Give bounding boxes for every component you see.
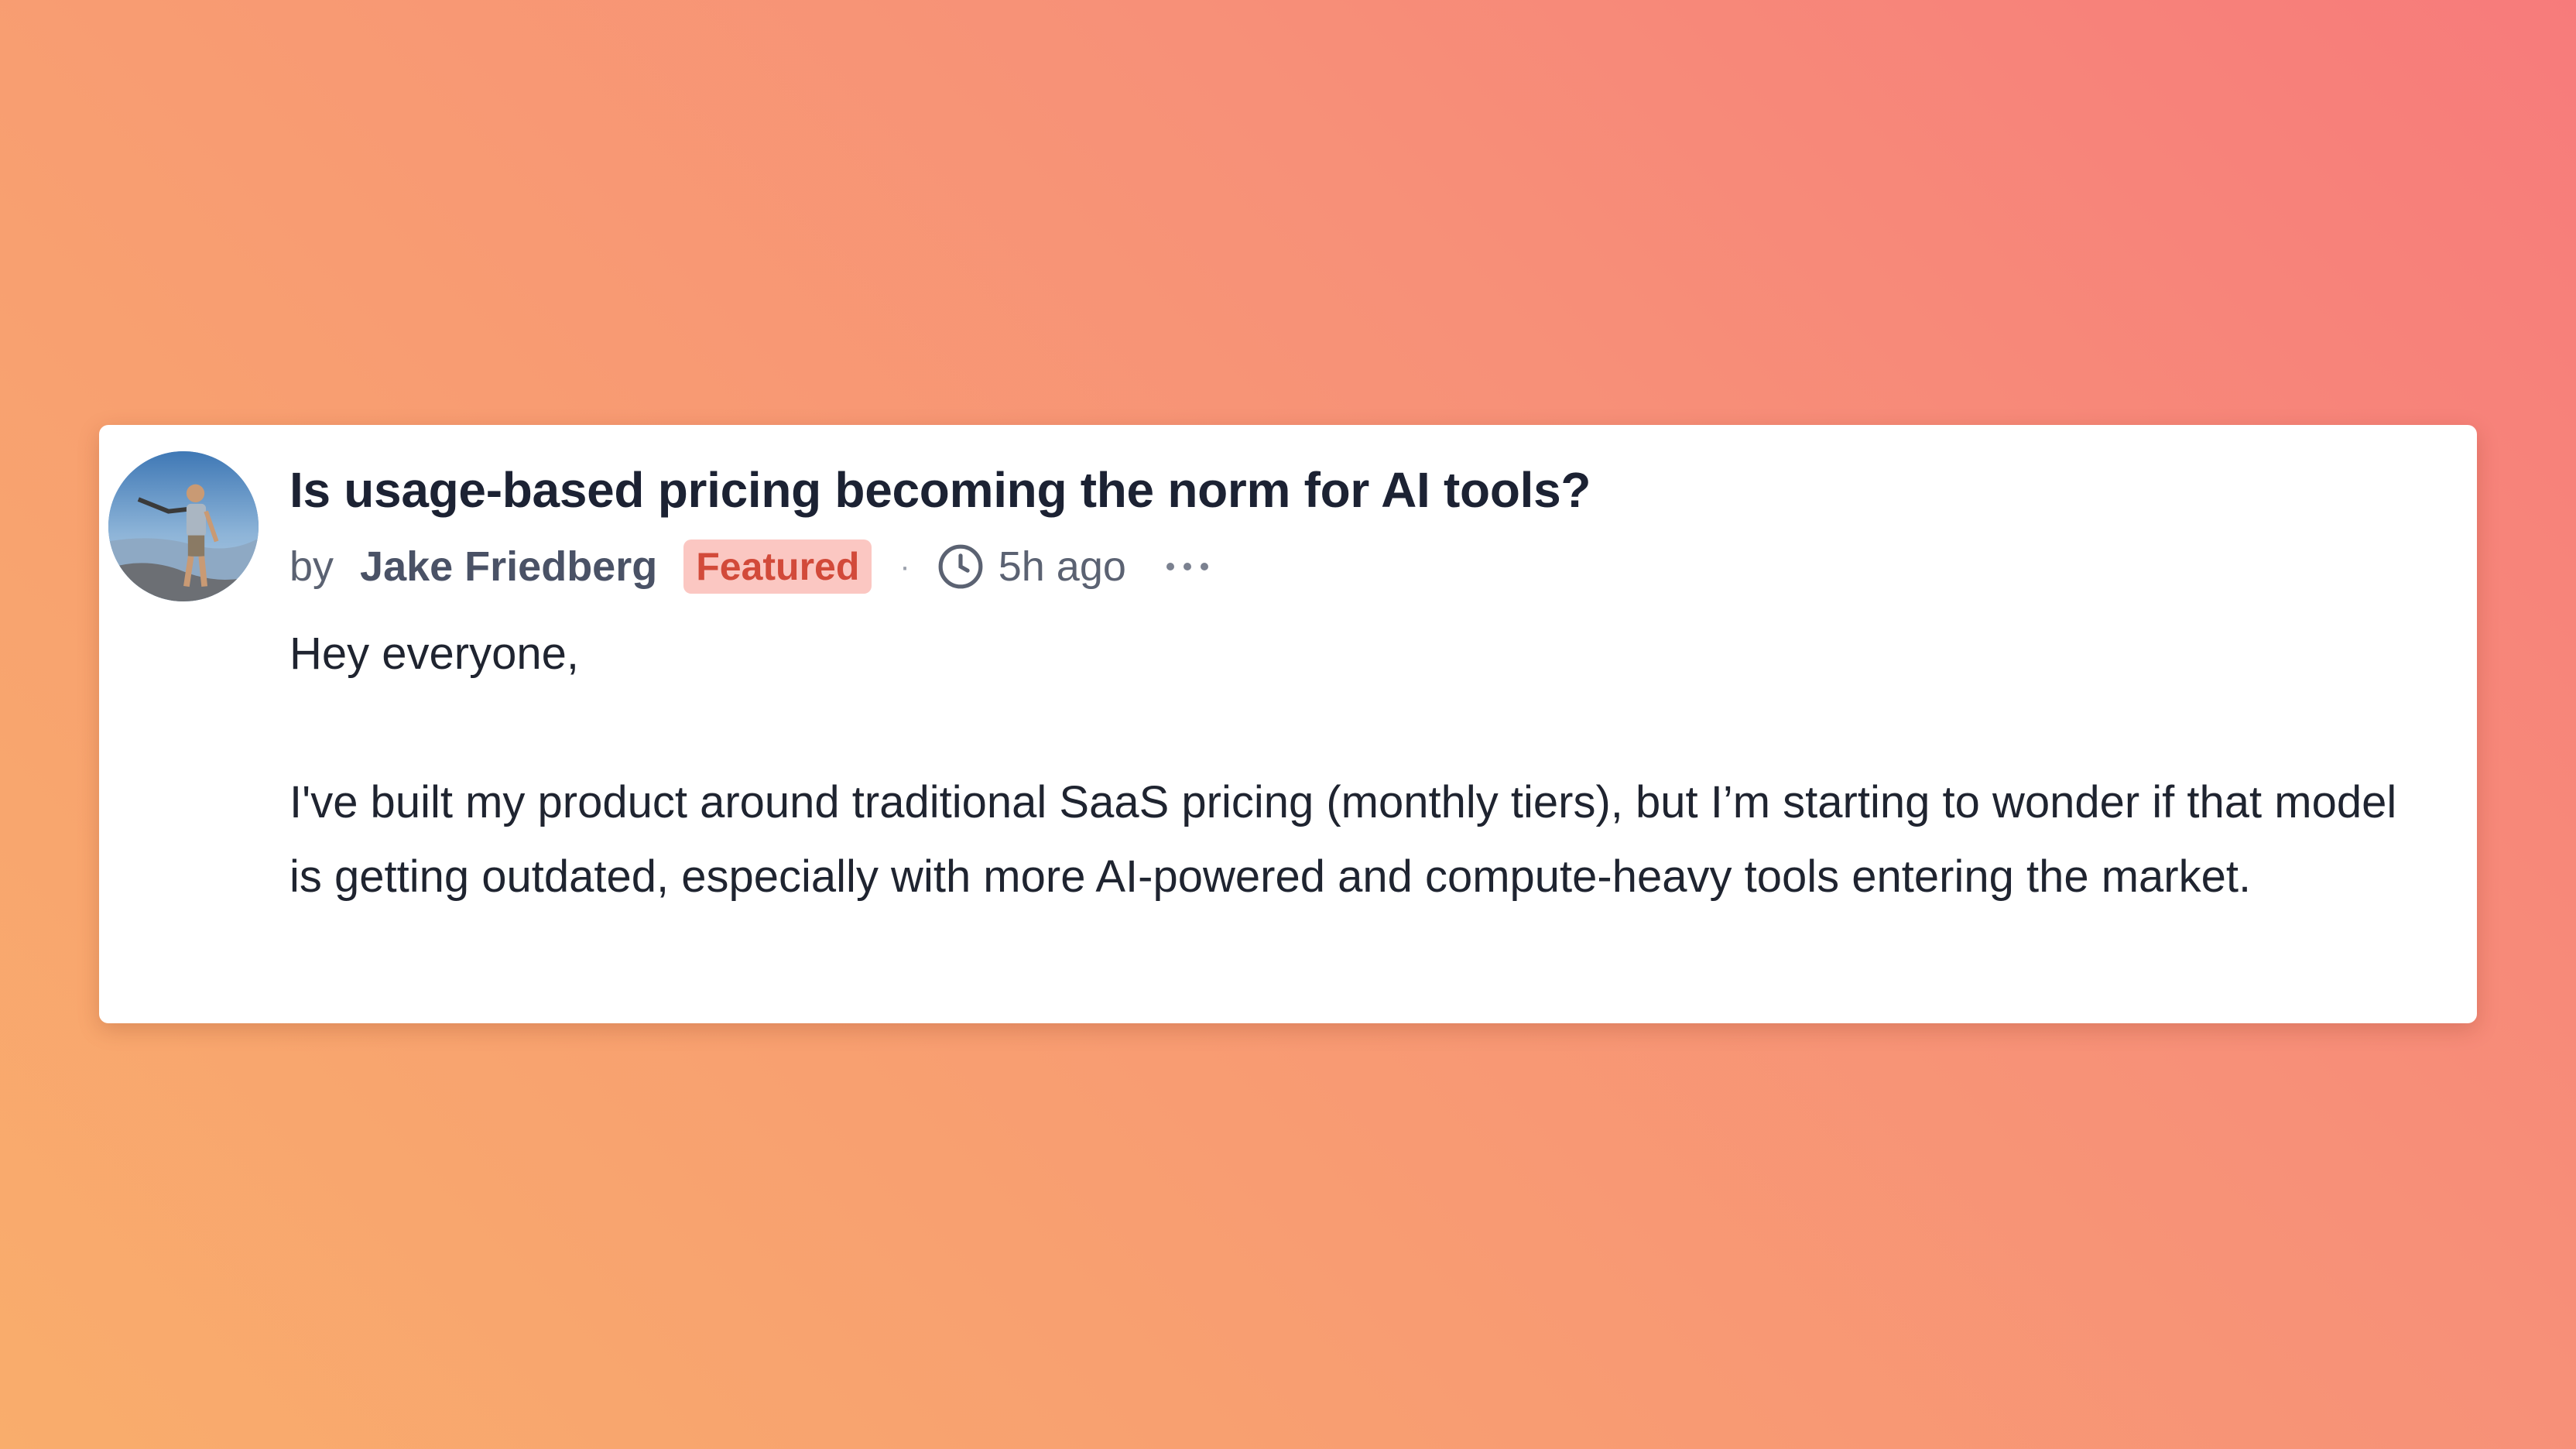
meta-separator: · — [899, 549, 910, 584]
clock-icon — [938, 544, 983, 589]
more-options-icon[interactable] — [1163, 551, 1211, 582]
post-title[interactable]: Is usage-based pricing becoming the norm… — [289, 459, 2438, 521]
more-dot — [1166, 563, 1174, 570]
featured-badge: Featured — [683, 540, 872, 594]
post-greeting: Hey everyone, — [289, 629, 579, 679]
post-meta: by Jake Friedberg Featured · 5h ago — [289, 538, 2438, 595]
post-card: Is usage-based pricing becoming the norm… — [99, 425, 2477, 1023]
more-dot — [1200, 563, 1208, 570]
more-dot — [1183, 563, 1191, 570]
avatar[interactable] — [108, 451, 259, 601]
post-time: 5h ago — [998, 543, 1126, 590]
avatar-photo — [108, 451, 259, 601]
post-content: Is usage-based pricing becoming the norm… — [289, 459, 2438, 914]
author-name[interactable]: Jake Friedberg — [360, 543, 657, 591]
by-label: by — [289, 543, 334, 590]
post-paragraph: I've built my product around traditional… — [289, 777, 2397, 902]
post-body: Hey everyone, I've built my product arou… — [289, 617, 2438, 914]
